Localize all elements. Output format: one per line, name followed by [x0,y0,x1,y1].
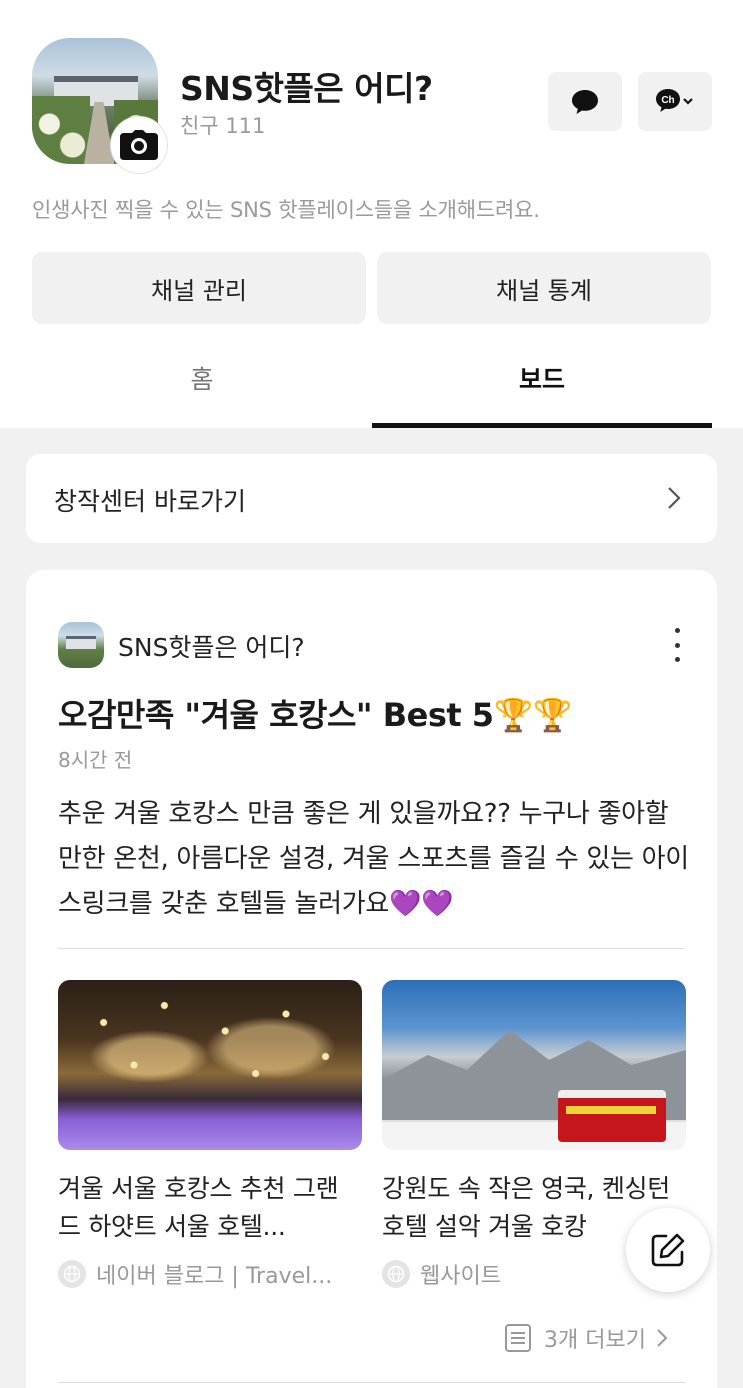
more-vertical-icon[interactable] [670,628,684,662]
document-icon [505,1324,531,1352]
link-source-1: 네이버 블로그 | Travel... [58,1258,332,1290]
post-title[interactable]: 오감만족 "겨울 호캉스" Best 5🏆🏆 [58,690,573,736]
profile-header: SNS핫플은 어디? 친구 111 Ch 인생사진 찍을 수 있는 SNS 핫플… [0,0,743,428]
chevron-right-icon [657,1329,668,1347]
channel-stats-button[interactable]: 채널 통계 [377,252,711,324]
chevron-right-icon [668,487,681,509]
divider [58,948,685,949]
link-source-label-1: 네이버 블로그 | Travel... [96,1264,333,1289]
link-thumbnail-1[interactable] [58,980,362,1150]
post-author-name[interactable]: SNS핫플은 어디? [118,628,305,664]
channel-name: SNS핫플은 어디? [180,69,433,108]
camera-icon[interactable] [110,116,168,174]
globe-icon [382,1260,410,1288]
active-tab-indicator [372,423,712,428]
post-timestamp: 8시간 전 [58,748,133,772]
write-post-button[interactable] [626,1208,710,1292]
channel-description: 인생사진 찍을 수 있는 SNS 핫플레이스들을 소개해드려요. [32,198,540,222]
divider [58,1382,685,1383]
link-source-2: 웹사이트 [382,1258,501,1290]
creator-center-link[interactable]: 창작센터 바로가기 [26,454,717,543]
channel-manage-button[interactable]: 채널 관리 [32,252,366,324]
link-title-1[interactable]: 겨울 서울 호캉스 추천 그랜드 하얏트 서울 호텔... [58,1170,358,1246]
link-thumbnail-2[interactable] [382,980,686,1150]
channel-menu-button[interactable]: Ch [638,72,712,131]
tab-board[interactable]: 보드 [372,360,712,396]
more-links-button[interactable]: 3개 더보기 [504,1322,668,1354]
post-author-avatar[interactable] [58,622,104,668]
edit-icon [651,1233,685,1267]
chat-button[interactable] [548,72,622,131]
post-card: SNS핫플은 어디? 오감만족 "겨울 호캉스" Best 5🏆🏆 8시간 전 … [26,570,717,1388]
more-links-label: 3개 더보기 [544,1328,646,1353]
channel-icon-label: Ch [661,95,674,106]
globe-icon [58,1260,86,1288]
channel-icon: Ch [656,88,693,112]
friend-count[interactable]: 친구 111 [180,110,265,140]
tab-home[interactable]: 홈 [32,360,372,396]
chat-bubble-icon [572,89,598,114]
post-body: 추운 겨울 호캉스 만큼 좋은 게 있을까요?? 누구나 좋아할 만한 온천, … [58,799,689,919]
creator-center-label: 창작센터 바로가기 [54,487,246,516]
link-source-label-2: 웹사이트 [420,1264,501,1289]
